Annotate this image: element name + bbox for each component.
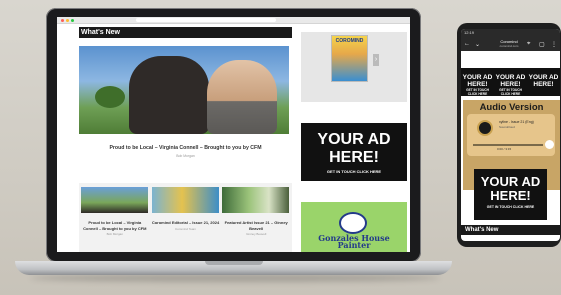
phone-ad-headline: YOUR AD HERE! bbox=[462, 74, 493, 88]
address-bar[interactable] bbox=[136, 18, 276, 22]
article-title[interactable]: Proud to be Local – Virginia Connell – B… bbox=[81, 220, 149, 231]
phone-ad-strip[interactable]: YOUR AD HERE! GET IN TOUCH CLICK HERE YO… bbox=[461, 68, 560, 96]
ad-headline: YOUR AD HERE! bbox=[317, 131, 391, 166]
phone-ad[interactable]: YOUR AD HERE! GET IN TOUCH CLICK HERE bbox=[494, 68, 527, 96]
hero-title-link[interactable]: Proud to be Local – Virginia Connell – B… bbox=[79, 145, 292, 151]
sponsor-name: Gonzales House Painter bbox=[318, 233, 390, 250]
phone-ad-cta[interactable]: GET IN TOUCH CLICK HERE bbox=[494, 88, 527, 96]
track-source: Soundcloud bbox=[499, 125, 515, 129]
laptop-shadow bbox=[30, 274, 440, 282]
play-button[interactable] bbox=[545, 140, 554, 149]
hero-image[interactable] bbox=[79, 46, 289, 134]
article-title[interactable]: Coromind Editorial – Issue 21, 2024 bbox=[152, 220, 220, 226]
share-icon[interactable]: ⌖ bbox=[527, 41, 530, 48]
article-card[interactable]: Proud to be Local – Virginia Connell – B… bbox=[81, 187, 149, 252]
audio-player[interactable]: xyline - Issue 21 (Eng) Soundcloud 0:00 … bbox=[467, 114, 555, 156]
browser-toolbar bbox=[57, 17, 410, 24]
hero-author: Bob Morgan bbox=[176, 154, 195, 158]
phone-screen: 12:19 ← ⌄ Coromind coromind.com ⌖ ▢ ⋮ YO… bbox=[461, 29, 560, 241]
phone-ad-headline: YOUR AD HERE! bbox=[495, 74, 526, 88]
main-column: What's New Proud to be Local – Virginia … bbox=[79, 24, 292, 158]
more-menu-icon[interactable]: ⋮ bbox=[551, 41, 557, 48]
phone-ad[interactable]: YOUR AD HERE! GET IN TOUCH CLICK HERE bbox=[461, 68, 494, 96]
article-title[interactable]: Featured Artist Issue 21 – Ginney Beavel… bbox=[222, 220, 290, 231]
article-card[interactable]: Featured Artist Issue 21 – Ginney Beavel… bbox=[222, 187, 290, 252]
sponsor-ad[interactable]: Gonzales House Painter bbox=[301, 202, 407, 252]
phone-ad-headline: YOUR AD HERE! bbox=[480, 174, 541, 203]
track-time: 0:00 / 3:15 bbox=[497, 147, 512, 151]
maximize-window-icon[interactable] bbox=[71, 18, 74, 22]
laptop-screen: What's New Proud to be Local – Virginia … bbox=[57, 17, 410, 252]
phone-status-bar: 12:19 bbox=[461, 29, 560, 37]
article-author: Ginney Beavell bbox=[246, 232, 267, 237]
article-author: Coromind Team bbox=[174, 226, 197, 231]
article-thumbnail[interactable] bbox=[81, 187, 148, 213]
tree-shape bbox=[95, 86, 125, 108]
sponsor-logo-icon bbox=[339, 212, 367, 234]
site-info[interactable]: Coromind coromind.com bbox=[491, 39, 527, 49]
back-arrow-icon[interactable]: ← bbox=[464, 41, 470, 47]
article-cards: Proud to be Local – Virginia Connell – B… bbox=[79, 183, 292, 252]
chevron-down-icon[interactable]: ⌄ bbox=[475, 41, 480, 48]
track-title: xyline - Issue 21 (Eng) bbox=[499, 120, 534, 124]
progress-bar[interactable] bbox=[473, 144, 543, 146]
article-thumbnail[interactable] bbox=[151, 187, 219, 213]
article-thumbnail[interactable] bbox=[222, 187, 290, 213]
webpage: What's New Proud to be Local – Virginia … bbox=[57, 24, 410, 252]
ad-banner[interactable]: YOUR AD HERE! GET IN TOUCH CLICK HERE bbox=[301, 123, 407, 181]
section-heading: What's New bbox=[79, 27, 292, 38]
ad-cta[interactable]: GET IN TOUCH CLICK HERE bbox=[301, 169, 407, 174]
album-art-icon bbox=[477, 120, 493, 136]
close-window-icon[interactable] bbox=[61, 18, 64, 22]
magazine-carousel[interactable]: COROMIND › bbox=[301, 32, 407, 102]
magazine-cover[interactable]: COROMIND bbox=[331, 35, 368, 82]
phone-ad[interactable]: YOUR AD HERE! bbox=[527, 68, 560, 96]
person-shape bbox=[207, 60, 277, 134]
phone-section-heading: What's New bbox=[461, 225, 560, 235]
site-subtitle: coromind.com bbox=[499, 44, 519, 48]
phone-ad-cta[interactable]: GET IN TOUCH CLICK HERE bbox=[461, 88, 494, 96]
audio-heading: Audio Version bbox=[479, 102, 544, 113]
phone-ad-banner[interactable]: YOUR AD HERE! GET IN TOUCH CLICK HERE bbox=[474, 169, 547, 220]
chevron-right-icon[interactable]: › bbox=[373, 54, 379, 66]
bookmark-icon[interactable]: ▢ bbox=[539, 41, 545, 48]
phone-browser-toolbar: ← ⌄ Coromind coromind.com ⌖ ▢ ⋮ bbox=[461, 37, 560, 51]
horse-shape bbox=[129, 56, 209, 134]
sidebar: COROMIND › YOUR AD HERE! GET IN TOUCH CL… bbox=[297, 24, 410, 252]
laptop-notch bbox=[205, 261, 263, 265]
minimize-window-icon[interactable] bbox=[66, 18, 69, 22]
article-card[interactable]: Coromind Editorial – Issue 21, 2024 Coro… bbox=[151, 187, 220, 252]
status-time: 12:19 bbox=[464, 30, 475, 35]
phone-ad-cta[interactable]: GET IN TOUCH CLICK HERE bbox=[474, 205, 547, 209]
phone-ad-headline: YOUR AD HERE! bbox=[528, 74, 559, 88]
article-author: Bob Morgan bbox=[106, 232, 123, 237]
magazine-title: COROMIND bbox=[335, 38, 364, 44]
